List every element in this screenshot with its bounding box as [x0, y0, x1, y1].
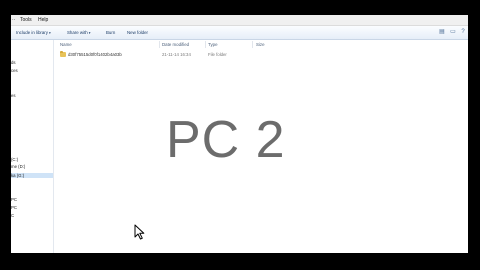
include-in-library-label: Include in library: [16, 30, 48, 35]
column-header-name[interactable]: Name: [60, 40, 72, 49]
menu-edit-fragment[interactable]: ··: [12, 16, 15, 24]
column-divider[interactable]: [205, 41, 206, 48]
column-header-type[interactable]: Type: [208, 40, 218, 49]
nav-item[interactable]: PC: [11, 197, 17, 202]
command-toolbar: Include in library▾ Share with▾ Burn New…: [11, 26, 468, 40]
nav-item[interactable]: ces: [11, 68, 18, 73]
include-in-library-button[interactable]: Include in library▾: [16, 29, 51, 37]
folder-icon: [60, 51, 66, 57]
nav-item[interactable]: C: [11, 213, 14, 218]
file-type: File folder: [208, 52, 227, 57]
menu-tools[interactable]: Tools: [20, 16, 32, 24]
nav-item[interactable]: (C:): [11, 157, 18, 162]
file-row[interactable]: d30f75515d0f0f1402b4a03b 21-11-14 16:34 …: [60, 51, 285, 59]
navigation-pane: ds ces es (C:) me (D:) ka (G:) PC PC C: [11, 40, 54, 253]
overlay-caption: PC 2: [166, 111, 286, 169]
preview-pane-icon[interactable]: ▭: [448, 29, 458, 36]
mouse-pointer-icon: [134, 224, 145, 240]
nav-item-selected[interactable]: ka (G:): [11, 173, 53, 178]
nav-item[interactable]: PC: [11, 205, 17, 210]
menu-bar: ·· Tools Help: [11, 15, 468, 26]
file-date-modified: 21-11-14 16:34: [162, 52, 191, 57]
nav-item[interactable]: ds: [11, 60, 16, 65]
nav-item[interactable]: me (D:): [11, 164, 25, 169]
new-folder-button[interactable]: New folder: [127, 29, 148, 36]
chevron-down-icon: ▾: [48, 31, 51, 35]
column-header-date-modified[interactable]: Date modified: [162, 40, 189, 49]
nav-item[interactable]: es: [11, 93, 16, 98]
file-list-header: Name Date modified Type Size: [54, 40, 468, 49]
chevron-down-icon: ▾: [88, 31, 91, 35]
view-options-icon[interactable]: ▤: [437, 29, 447, 36]
share-with-button[interactable]: Share with▾: [67, 29, 91, 37]
share-with-label: Share with: [67, 30, 88, 35]
help-icon[interactable]: ?: [458, 29, 468, 36]
file-name: d30f75515d0f0f1402b4a03b: [68, 52, 122, 57]
explorer-window: ·· Tools Help Include in library▾ Share …: [11, 15, 468, 253]
column-divider[interactable]: [252, 41, 253, 48]
column-divider[interactable]: [159, 41, 160, 48]
column-header-size[interactable]: Size: [256, 40, 265, 49]
burn-button[interactable]: Burn: [106, 29, 115, 36]
menu-help[interactable]: Help: [38, 16, 48, 24]
